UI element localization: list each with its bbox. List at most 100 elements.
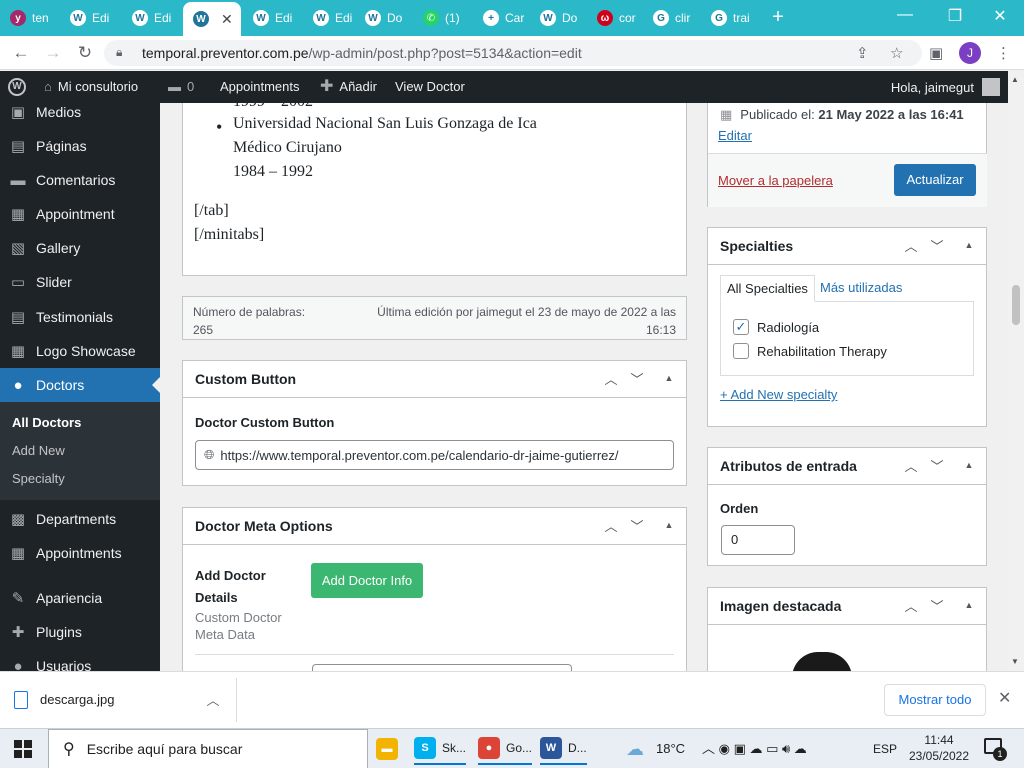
- collapse-toggle-icon[interactable]: ▲: [959, 460, 979, 470]
- view-doctor-link[interactable]: View Doctor: [395, 71, 465, 103]
- order-input[interactable]: 0: [721, 525, 795, 555]
- taskbar-app[interactable]: ● Go...: [478, 733, 533, 765]
- profile-avatar[interactable]: J: [959, 42, 981, 64]
- close-tab-icon[interactable]: ✕: [221, 11, 233, 28]
- scroll-down-icon[interactable]: ▼: [1011, 657, 1019, 666]
- collapse-toggle-icon[interactable]: ▲: [659, 520, 679, 530]
- move-down-icon[interactable]: ﹀: [927, 596, 947, 615]
- browser-tab[interactable]: Gclir: [643, 4, 699, 32]
- browser-tab[interactable]: W Edi: [243, 4, 301, 32]
- move-up-icon[interactable]: ︿: [601, 516, 621, 535]
- wordpress-logo-icon[interactable]: W: [8, 71, 26, 103]
- sidebar-item-plugins[interactable]: ✚ Plugins: [0, 615, 160, 649]
- move-down-icon[interactable]: ﹀: [627, 516, 647, 535]
- sidebar-item-doctors[interactable]: ● Doctors: [0, 368, 160, 402]
- tab-all-specialties[interactable]: All Specialties: [720, 275, 815, 302]
- sidebar-item-paginas[interactable]: ▤ Páginas: [0, 129, 160, 163]
- submenu-item-specialty[interactable]: Specialty: [12, 471, 65, 486]
- custom-button-url-input[interactable]: 🌐︎ https://www.temporal.preventor.com.pe/…: [195, 440, 674, 470]
- download-item[interactable]: descarga.jpg ︿: [14, 690, 219, 709]
- menu-kebab-icon[interactable]: ⋮: [996, 44, 1011, 62]
- language-indicator[interactable]: ESP: [873, 729, 897, 768]
- bookmark-star-icon[interactable]: ☆: [890, 44, 903, 62]
- browser-tab[interactable]: y ten: [0, 4, 60, 32]
- taskbar-app[interactable]: W D...: [540, 733, 587, 765]
- sidebar-item-testimonials[interactable]: ▤ Testimonials: [0, 300, 160, 334]
- move-down-icon[interactable]: ﹀: [627, 369, 647, 388]
- side-panel-icon[interactable]: ▣: [929, 44, 943, 62]
- metabox-header[interactable]: Atributos de entrada ︿ ﹀ ▲: [708, 448, 986, 485]
- sidebar-item-usuarios[interactable]: ● Usuarios: [0, 649, 160, 672]
- sidebar-item-appointment[interactable]: ▦ Appointment: [0, 197, 160, 231]
- sidebar-item-logo-showcase[interactable]: ▦ Logo Showcase: [0, 334, 160, 368]
- reload-icon[interactable]: ↻: [74, 42, 96, 64]
- sidebar-item-slider[interactable]: ▭ Slider: [0, 265, 160, 299]
- metabox-header[interactable]: Specialties ︿ ﹀ ▲: [708, 228, 986, 265]
- new-tab-icon[interactable]: +: [766, 6, 790, 30]
- browser-tab[interactable]: W Do: [355, 4, 411, 32]
- browser-tab[interactable]: W ✕: [183, 2, 241, 36]
- post-content-editor[interactable]: 1999 – 2002 • Universidad Nacional San L…: [182, 103, 687, 276]
- system-tray-icons[interactable]: ︿ ◉ ▣ ☁ ▭ 🔊︎ ☁: [702, 729, 807, 768]
- chevron-up-icon[interactable]: ︿: [206, 690, 219, 709]
- move-up-icon[interactable]: ︿: [901, 236, 921, 255]
- sidebar-item-comentarios[interactable]: ▬ Comentarios: [0, 163, 160, 197]
- submenu-item-all-doctors[interactable]: All Doctors: [12, 415, 81, 430]
- forward-icon[interactable]: →: [42, 42, 64, 64]
- show-all-downloads-button[interactable]: Mostrar todo: [884, 684, 986, 716]
- taskbar-search-box[interactable]: ⚲ Escribe aquí para buscar: [48, 729, 368, 768]
- edit-publish-date-link[interactable]: Editar: [718, 128, 752, 143]
- move-down-icon[interactable]: ﹀: [927, 236, 947, 255]
- scrollbar-thumb[interactable]: [1012, 285, 1020, 325]
- sidebar-item-appointments[interactable]: ▦ Appointments: [0, 536, 160, 570]
- page-scrollbar[interactable]: ▲ ▼: [1008, 71, 1024, 671]
- site-name-link[interactable]: ⌂ Mi consultorio: [44, 71, 138, 103]
- taskbar-app[interactable]: ▬: [376, 733, 404, 765]
- browser-tab[interactable]: W Edi: [60, 4, 120, 32]
- appointments-link[interactable]: Appointments: [220, 71, 300, 103]
- browser-tab[interactable]: Gtrai: [701, 4, 757, 32]
- browser-tab[interactable]: ✆ (1): [413, 4, 471, 32]
- scroll-up-icon[interactable]: ▲: [1011, 75, 1019, 84]
- checkbox-rehabilitation[interactable]: [733, 343, 749, 359]
- browser-tab[interactable]: + Car: [473, 4, 528, 32]
- weather-icon[interactable]: ☁: [626, 729, 644, 768]
- sidebar-item-departments[interactable]: ▩ Departments: [0, 502, 160, 536]
- browser-tab[interactable]: W Edi: [303, 4, 353, 32]
- restore-icon[interactable]: ❐: [940, 6, 970, 26]
- tab-most-used[interactable]: Más utilizadas: [820, 280, 902, 295]
- minimize-icon[interactable]: —: [890, 6, 920, 24]
- comments-link[interactable]: ▬ 0: [168, 71, 194, 103]
- sidebar-item-medios[interactable]: ▣ Medios: [0, 103, 160, 129]
- taskbar-app[interactable]: S Sk...: [414, 733, 467, 765]
- move-to-trash-link[interactable]: Mover a la papelera: [718, 173, 833, 188]
- back-icon[interactable]: ←: [10, 42, 32, 64]
- submenu-item-add-new[interactable]: Add New: [12, 443, 65, 458]
- address-bar[interactable]: 🔒︎ temporal.preventor.com.pe/wp-admin/po…: [104, 40, 922, 66]
- metabox-header[interactable]: Doctor Meta Options ︿ ﹀ ▲: [183, 508, 686, 545]
- move-up-icon[interactable]: ︿: [601, 369, 621, 388]
- user-account-menu[interactable]: Hola, jaimegut: [891, 71, 1000, 103]
- sidebar-item-gallery[interactable]: ▧ Gallery: [0, 231, 160, 265]
- update-button[interactable]: Actualizar: [894, 164, 976, 196]
- move-down-icon[interactable]: ﹀: [927, 456, 947, 475]
- collapse-toggle-icon[interactable]: ▲: [959, 240, 979, 250]
- add-doctor-info-button[interactable]: Add Doctor Info: [311, 563, 423, 598]
- browser-tab[interactable]: W Do: [530, 4, 585, 32]
- taskbar-clock[interactable]: 11:44 23/05/2022: [904, 732, 974, 764]
- browser-tab[interactable]: W Edi: [122, 4, 182, 32]
- metabox-header[interactable]: Imagen destacada ︿ ﹀ ▲: [708, 588, 986, 625]
- metabox-header[interactable]: Custom Button ︿ ﹀ ▲: [183, 361, 686, 398]
- close-window-icon[interactable]: ✕: [985, 6, 1015, 26]
- add-new-specialty-link[interactable]: + Add New specialty: [720, 387, 837, 402]
- sidebar-item-apariencia[interactable]: ✎ Apariencia: [0, 581, 160, 615]
- move-up-icon[interactable]: ︿: [901, 596, 921, 615]
- browser-tab[interactable]: ω cor: [587, 4, 641, 32]
- collapse-toggle-icon[interactable]: ▲: [959, 600, 979, 610]
- add-new-link[interactable]: ✚ Añadir: [320, 71, 377, 103]
- temperature[interactable]: 18°C: [656, 729, 685, 768]
- share-icon[interactable]: ⇪: [856, 44, 869, 62]
- checkbox-radiologia[interactable]: ✓: [733, 319, 749, 335]
- collapse-toggle-icon[interactable]: ▲: [659, 373, 679, 383]
- close-icon[interactable]: ✕: [998, 688, 1011, 708]
